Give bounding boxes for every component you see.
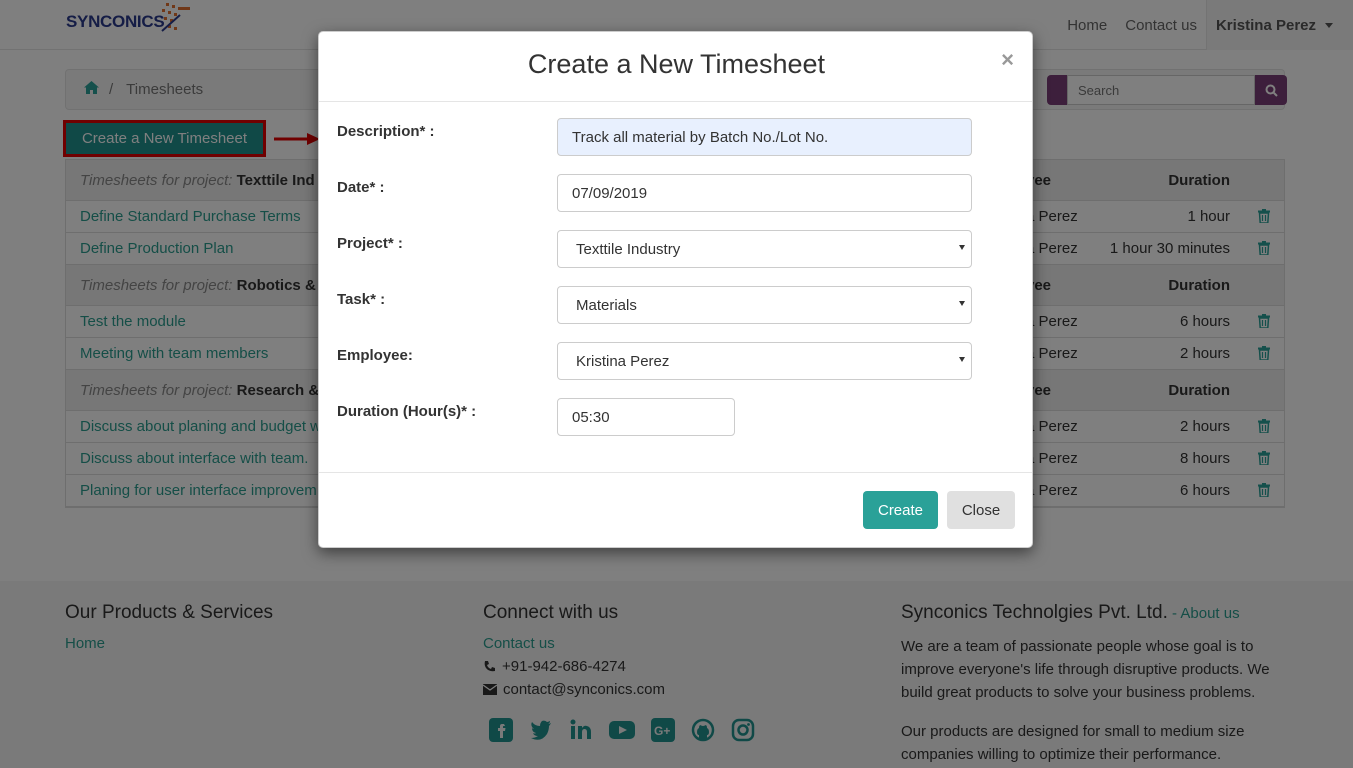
create-timesheet-modal: Create a New Timesheet × Description* : … — [318, 31, 1033, 548]
modal-footer: Create Close — [319, 473, 1032, 548]
duration-value: 05:30 — [572, 408, 610, 426]
date-label: Date* : — [337, 179, 385, 196]
duration-field[interactable]: 05:30 — [557, 398, 735, 436]
modal-header: Create a New Timesheet × — [319, 32, 1032, 102]
description-field[interactable]: Track all material by Batch No./Lot No. — [557, 118, 972, 156]
select-arrow-icon — [959, 301, 965, 306]
date-field[interactable]: 07/09/2019 — [557, 174, 972, 212]
project-label: Project* : — [337, 235, 403, 252]
project-select[interactable]: Texttile Industry — [557, 230, 972, 268]
employee-value: Kristina Perez — [576, 352, 670, 370]
employee-select[interactable]: Kristina Perez — [557, 342, 972, 380]
task-label: Task* : — [337, 291, 386, 308]
task-value: Materials — [576, 296, 637, 314]
select-arrow-icon — [959, 245, 965, 250]
close-button[interactable]: Close — [947, 491, 1015, 529]
description-label: Description* : — [337, 123, 435, 140]
employee-label: Employee: — [337, 347, 413, 364]
task-select[interactable]: Materials — [557, 286, 972, 324]
modal-body: Description* : Track all material by Bat… — [319, 102, 1032, 473]
select-arrow-icon — [959, 357, 965, 362]
close-icon[interactable]: × — [1001, 49, 1014, 71]
date-value: 07/09/2019 — [572, 184, 648, 202]
create-button[interactable]: Create — [863, 491, 938, 529]
duration-label: Duration (Hour(s)* : — [337, 403, 477, 420]
description-value: Track all material by Batch No./Lot No. — [572, 128, 829, 146]
project-value: Texttile Industry — [576, 240, 681, 258]
modal-title: Create a New Timesheet — [527, 49, 826, 79]
